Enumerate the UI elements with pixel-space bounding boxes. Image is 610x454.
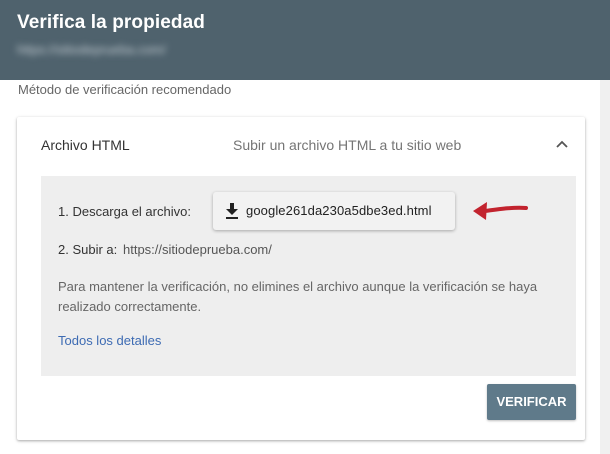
method-details-panel: 1. Descarga el archivo: google261da230a5… (41, 176, 576, 376)
method-description: Subir un archivo HTML a tu sitio web (233, 137, 462, 153)
page-header: Verifica la propiedad https://sitiodepru… (0, 0, 610, 80)
download-filename: google261da230a5dbe3ed.html (246, 203, 432, 218)
download-icon (226, 203, 238, 219)
verification-note: Para mantener la verificación, no elimin… (58, 279, 538, 314)
verify-button[interactable]: VERIFICAR (487, 384, 576, 420)
chevron-up-icon[interactable] (555, 139, 569, 149)
download-file-button[interactable]: google261da230a5dbe3ed.html (213, 192, 455, 230)
step-upload-label: 2. Subir a: (58, 242, 118, 257)
scroll-track (600, 80, 610, 454)
page-title: Verifica la propiedad (17, 12, 205, 33)
step-download-label: 1. Descarga el archivo: (58, 204, 191, 219)
all-details-link[interactable]: Todos los detalles (58, 333, 161, 348)
verification-method-card: Archivo HTML Subir un archivo HTML a tu … (17, 117, 585, 440)
recommended-method-label: Método de verificación recomendado (18, 82, 232, 97)
upload-target-url: https://sitiodeprueba.com/ (123, 242, 272, 257)
method-title: Archivo HTML (41, 137, 130, 153)
red-arrow-annotation (473, 202, 528, 220)
property-url-blurred: https://sitiodeprueba.com/ (17, 42, 166, 57)
